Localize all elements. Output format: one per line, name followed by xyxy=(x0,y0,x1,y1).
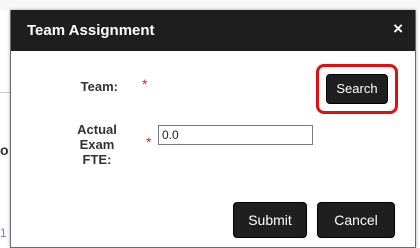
team-assignment-dialog: Team Assignment × Team: * Search Actual … xyxy=(10,10,416,248)
dialog-title: Team Assignment xyxy=(27,22,155,39)
fte-required-marker: * xyxy=(146,134,152,150)
actual-exam-fte-label: Actual Exam FTE: xyxy=(65,122,129,167)
fte-label-line: Exam xyxy=(79,137,115,152)
background-page xyxy=(0,0,420,10)
submit-button[interactable]: Submit xyxy=(233,202,307,238)
cancel-button[interactable]: Cancel xyxy=(317,202,395,238)
background-text-fragment-bottom: 1 xyxy=(0,226,7,240)
search-button[interactable]: Search xyxy=(326,74,388,104)
background-text-fragment: o xyxy=(0,142,9,158)
fte-label-line: Actual xyxy=(77,122,117,137)
team-required-marker: * xyxy=(142,76,148,92)
dialog-header: Team Assignment × xyxy=(11,10,415,51)
close-icon[interactable]: × xyxy=(393,20,403,38)
actual-exam-fte-input[interactable] xyxy=(158,125,313,145)
background-divider xyxy=(0,92,10,93)
fte-label-line: FTE: xyxy=(82,152,112,167)
team-label: Team: xyxy=(80,79,118,94)
